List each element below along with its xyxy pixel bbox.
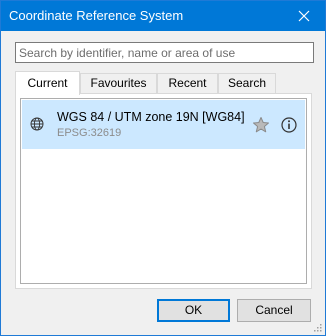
ok-button[interactable]: OK [157,299,230,322]
crs-name: WGS 84 / UTM zone 19N [WG84] [57,110,245,124]
tab-current[interactable]: Current [15,71,80,95]
info-icon [281,117,297,133]
search-input[interactable] [15,42,314,63]
resize-grip-icon[interactable] [312,322,322,332]
cancel-button[interactable]: Cancel [237,299,311,322]
tab-label: Favourites [90,76,147,90]
tab-label: Search [227,76,267,90]
tab-favourites[interactable]: Favourites [80,73,157,93]
tab-label: Recent [168,76,207,90]
dialog-title: Coordinate Reference System [9,8,184,23]
title-bar[interactable]: Coordinate Reference System [1,1,325,31]
tab-panel: WGS 84 / UTM zone 19N [WG84] EPSG:32619 [15,93,312,289]
crs-code: EPSG:32619 [57,127,122,139]
favourite-button[interactable] [251,115,271,135]
star-icon [253,117,269,133]
close-button[interactable] [283,1,325,31]
crs-list[interactable]: WGS 84 / UTM zone 19N [WG84] EPSG:32619 [20,98,307,284]
crs-dialog: Coordinate Reference System Current Favo… [0,0,326,336]
globe-icon [30,117,44,131]
list-item[interactable]: WGS 84 / UTM zone 19N [WG84] EPSG:32619 [22,100,305,149]
tab-label: Current [27,76,68,90]
info-button[interactable] [279,115,299,135]
tab-search[interactable]: Search [218,73,276,93]
tab-recent[interactable]: Recent [157,73,218,93]
close-icon [298,10,310,22]
